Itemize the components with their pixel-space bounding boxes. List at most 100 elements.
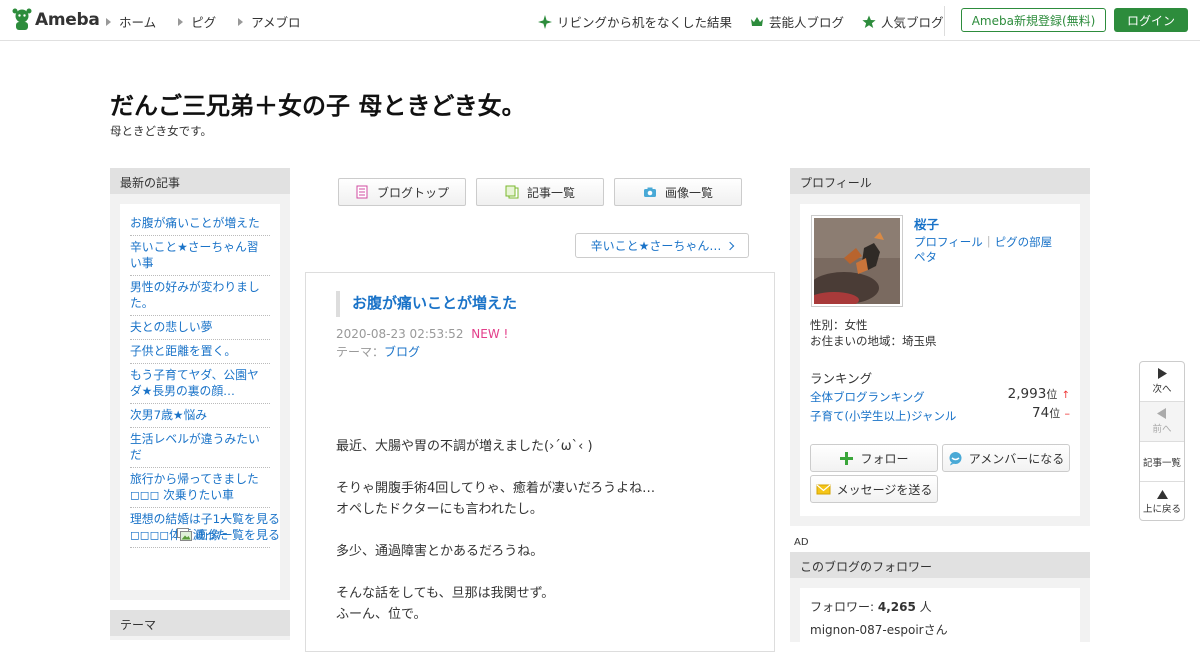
message-button[interactable]: メッセージを送る bbox=[810, 475, 938, 503]
follower-count-unit: 人 bbox=[915, 600, 932, 614]
recent-article-link[interactable]: 子供と距離を置く。 bbox=[130, 340, 270, 364]
blog-top-icon bbox=[356, 185, 368, 199]
nav-celebrity-blogs-label: 芸能人ブログ bbox=[769, 15, 845, 30]
article-list-icon bbox=[505, 185, 519, 199]
follow-label: フォロー bbox=[860, 451, 909, 466]
profile-region: お住まいの地域：埼玉県 bbox=[810, 334, 937, 348]
envelope-icon bbox=[816, 484, 831, 494]
rank-number: 74 bbox=[1032, 405, 1050, 421]
back-to-top-button[interactable]: 上に戻る bbox=[1140, 482, 1184, 522]
recent-articles-panel: 最新の記事 お腹が痛いことが増えた 辛いこと★さーちゃん習い事 男性の好みが変わ… bbox=[110, 168, 290, 600]
nav-home-label: ホーム bbox=[119, 15, 157, 30]
next-article-link[interactable]: 辛いこと★さーちゃん… bbox=[575, 233, 749, 258]
ranking-row: 子育て(小学生以上)ジャンル 74位 – bbox=[810, 405, 1070, 424]
nav-ameblo-label: アメブロ bbox=[251, 15, 301, 30]
nav-popular-blogs-label: 人気ブログ bbox=[881, 15, 944, 30]
follow-button[interactable]: フォロー bbox=[810, 444, 938, 472]
recent-article-link[interactable]: 次男7歳★悩み bbox=[130, 404, 270, 428]
crown-icon bbox=[751, 16, 764, 26]
profile-gender: 性別：女性 bbox=[810, 318, 868, 332]
prev-label: 前へ bbox=[1152, 424, 1172, 435]
next-button[interactable]: 次へ bbox=[1140, 362, 1184, 402]
rank-unit: 位 bbox=[1046, 388, 1058, 401]
see-images-label: 画像一覧を見る bbox=[195, 528, 280, 542]
nav-home[interactable]: ホーム bbox=[106, 12, 156, 31]
recent-article-link[interactable]: 夫との悲しい夢 bbox=[130, 316, 270, 340]
recent-article-link[interactable]: 生活レベルが違うみたいだ bbox=[130, 428, 270, 468]
see-list-link[interactable]: 一覧を見る bbox=[220, 510, 280, 527]
blog-description: 母ときどき女です。 bbox=[110, 124, 213, 138]
message-label: メッセージを送る bbox=[836, 482, 933, 497]
global-header: Ameba ホーム ピグ アメブロ リビングから机をなくした結果 芸能人ブログ … bbox=[0, 0, 1200, 41]
recent-article-link[interactable]: お腹が痛いことが増えた bbox=[130, 212, 270, 236]
tab-blog-top-label: ブログトップ bbox=[376, 185, 449, 200]
tab-image-list[interactable]: 画像一覧 bbox=[614, 178, 742, 206]
nav-featured-topic[interactable]: リビングから机をなくした結果 bbox=[538, 12, 732, 31]
recent-article-link[interactable]: 男性の好みが変わりました。 bbox=[130, 276, 270, 316]
article-date-value: 2020-08-23 02:53:52 bbox=[336, 327, 464, 341]
followers-heading: このブログのフォロワー bbox=[790, 552, 1090, 578]
article-list-label: 記事一覧 bbox=[1142, 457, 1181, 469]
rank-unit: 位 bbox=[1049, 407, 1061, 420]
tab-article-list-label: 記事一覧 bbox=[526, 185, 575, 200]
back-to-top-label: 上に戻る bbox=[1142, 503, 1181, 515]
ranking-row: 全体ブログランキング 2,993位 ↑ bbox=[810, 386, 1070, 405]
follower-count-label: フォロワー: bbox=[810, 600, 878, 614]
profile-name[interactable]: 桜子 bbox=[914, 214, 939, 233]
article-date: 2020-08-23 02:53:52 NEW ! bbox=[336, 327, 508, 341]
play-left-icon bbox=[1157, 408, 1166, 419]
recent-article-link[interactable]: 旅行から帰ってきました ◻◻◻ 次乗りたい車 bbox=[130, 468, 270, 508]
chevron-right-icon bbox=[726, 241, 735, 250]
ranking-title: ランキング bbox=[810, 371, 873, 386]
article-list-button[interactable]: 記事一覧 bbox=[1140, 442, 1184, 482]
nav-ameblo[interactable]: アメブロ bbox=[238, 12, 301, 31]
profile-photo bbox=[814, 218, 900, 304]
triangle-right-icon bbox=[238, 17, 244, 26]
profile-link[interactable]: プロフィール bbox=[914, 234, 983, 250]
tab-blog-top[interactable]: ブログトップ bbox=[338, 178, 466, 206]
trend-up-icon: ↑ bbox=[1061, 390, 1070, 401]
avatar[interactable] bbox=[811, 215, 903, 307]
article-theme-link[interactable]: ブログ bbox=[384, 345, 420, 359]
nav-celebrity-blogs[interactable]: 芸能人ブログ bbox=[750, 12, 844, 31]
prev-button[interactable]: 前へ bbox=[1140, 402, 1184, 442]
recent-article-link[interactable]: 辛いこと★さーちゃん習い事 bbox=[130, 236, 270, 276]
article-theme: テーマ：ブログ bbox=[336, 343, 420, 360]
play-right-icon bbox=[1158, 368, 1167, 379]
next-label: 次へ bbox=[1152, 384, 1172, 395]
amember-icon bbox=[949, 451, 962, 465]
pigg-room-link[interactable]: ピグの部屋 bbox=[995, 234, 1053, 250]
recent-articles-heading: 最新の記事 bbox=[110, 168, 290, 194]
article-paragraph: そりゃ開腹手術4回してりゃ、癒着が凄いだろうよね… オペしたドクターにも言われた… bbox=[336, 481, 656, 517]
ranking-genre-link[interactable]: 子育て(小学生以上)ジャンル bbox=[810, 409, 956, 423]
article-body: 最近、大腸や胃の不調が増えました(›´ω`‹ ) そりゃ開腹手術4回してりゃ、癒… bbox=[336, 436, 655, 646]
followers-body: フォロワー: 4,265 人 mignon-087-espoirさん bbox=[800, 588, 1080, 648]
logo-text: Ameba bbox=[35, 10, 100, 30]
triangle-right-icon bbox=[106, 17, 111, 26]
blog-title[interactable]: だんご三兄弟＋女の子 母ときどき女。 bbox=[110, 86, 526, 121]
sparkle-icon bbox=[538, 14, 552, 29]
nav-pigg[interactable]: ピグ bbox=[178, 12, 216, 31]
recent-articles-list: お腹が痛いことが増えた 辛いこと★さーちゃん習い事 男性の好みが変わりました。 … bbox=[130, 212, 270, 548]
register-button[interactable]: Ameba新規登録(無料) bbox=[961, 8, 1106, 32]
article-theme-label: テーマ： bbox=[336, 345, 385, 359]
tab-article-list[interactable]: 記事一覧 bbox=[476, 178, 604, 206]
amember-label: アメンバーになる bbox=[968, 451, 1065, 466]
profile-info: 性別：女性 お住まいの地域：埼玉県 bbox=[810, 317, 937, 349]
ameba-logo[interactable]: Ameba bbox=[12, 8, 100, 32]
next-article-label: 辛いこと★さーちゃん… bbox=[590, 239, 722, 253]
recent-article-link[interactable]: もう子育てヤダ、公園ヤダ★長男の裏の顔… bbox=[130, 364, 270, 404]
header-divider bbox=[944, 6, 945, 36]
nav-pigg-label: ピグ bbox=[191, 15, 217, 30]
star-icon bbox=[862, 15, 876, 28]
floating-nav: 次へ 前へ 記事一覧 上に戻る bbox=[1139, 361, 1185, 521]
triangle-right-icon bbox=[178, 17, 184, 26]
ranking-overall-link[interactable]: 全体ブログランキング bbox=[810, 390, 925, 404]
peta-link[interactable]: ペタ bbox=[914, 249, 937, 265]
login-button[interactable]: ログイン bbox=[1114, 8, 1188, 32]
see-images-link[interactable]: 画像一覧を見る bbox=[176, 526, 280, 543]
amember-button[interactable]: アメンバーになる bbox=[942, 444, 1070, 472]
profile-heading: プロフィール bbox=[790, 168, 1090, 194]
article-title[interactable]: お腹が痛いことが増えた bbox=[336, 291, 517, 317]
nav-popular-blogs[interactable]: 人気ブログ bbox=[862, 12, 944, 31]
